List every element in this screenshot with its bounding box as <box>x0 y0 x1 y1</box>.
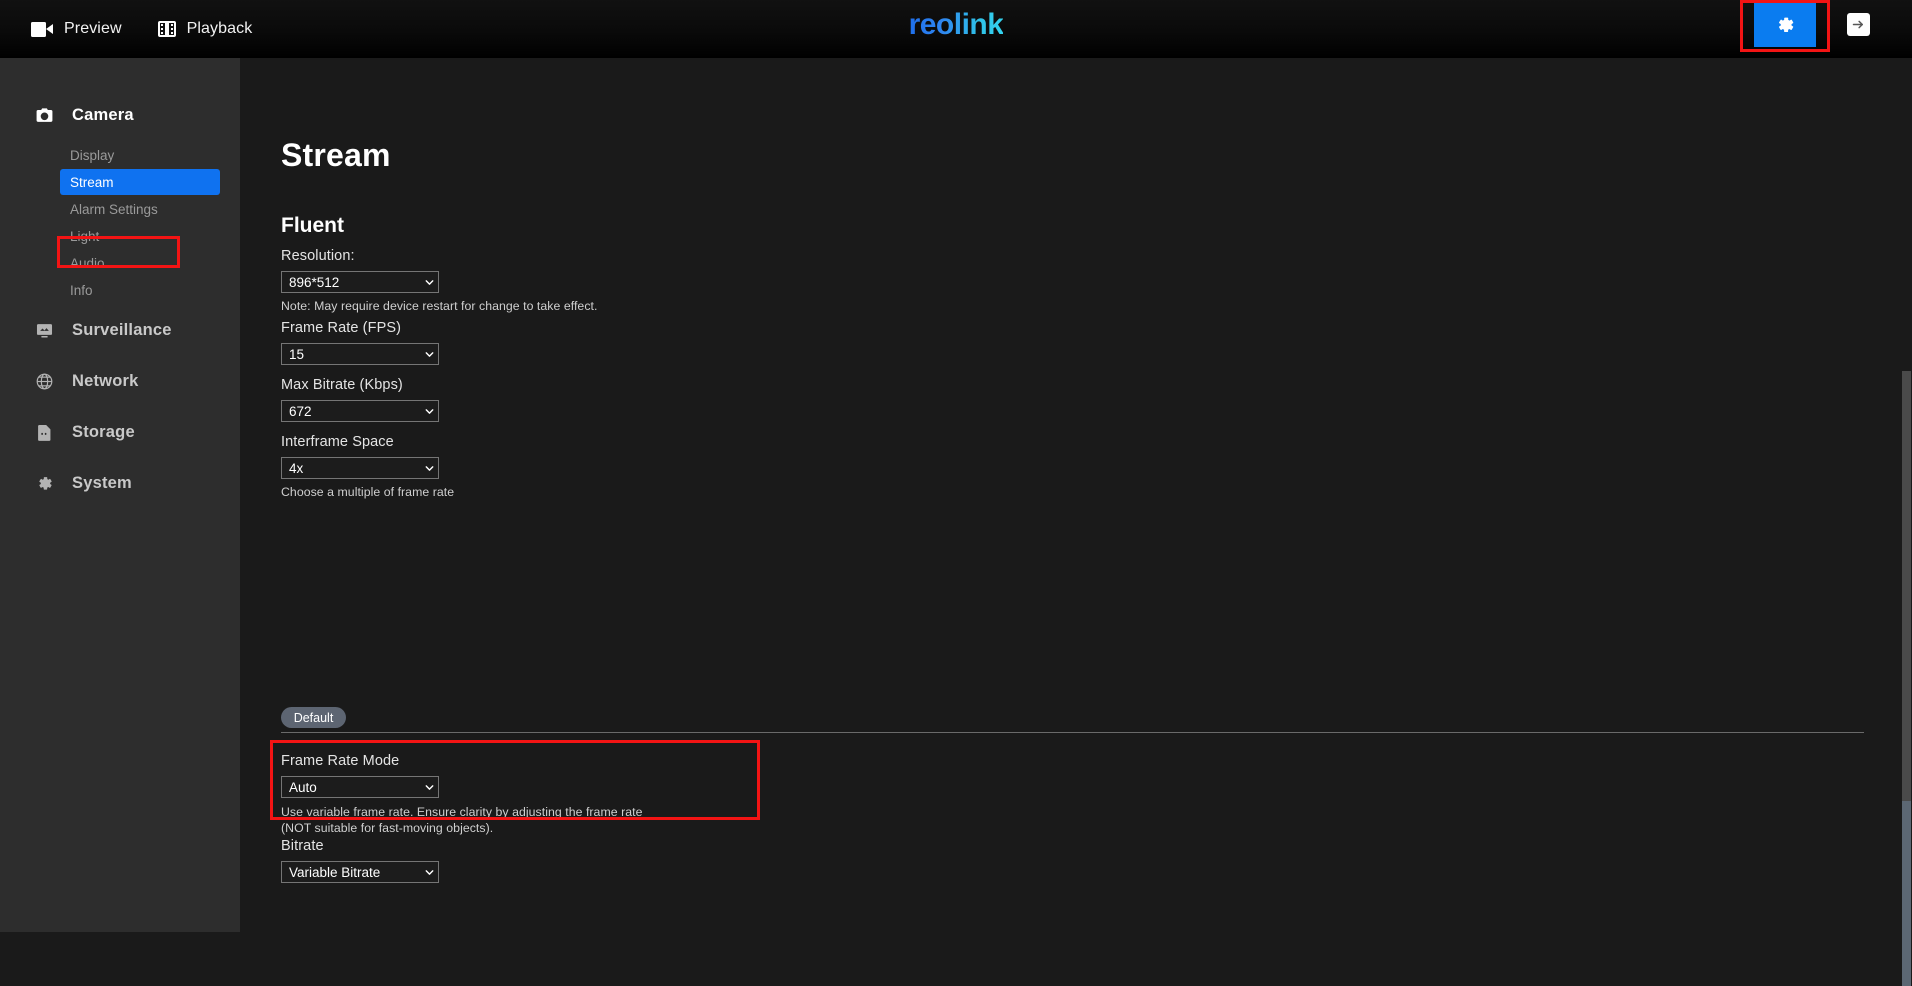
brand-logo: reolink <box>0 8 1912 42</box>
max-bitrate-select[interactable]: 672 <box>281 400 439 422</box>
field-resolution: Resolution: 896*512 Note: May require de… <box>281 248 597 313</box>
field-max-bitrate: Max Bitrate (Kbps) 672 <box>281 377 439 422</box>
field-frame-rate: Frame Rate (FPS) 15 <box>281 320 439 365</box>
logout-button[interactable] <box>1847 13 1870 36</box>
sidebar-item-light-label: Light <box>70 228 100 244</box>
sidebar-item-alarm-settings-label: Alarm Settings <box>70 201 158 217</box>
sidebar-group-surveillance-label: Surveillance <box>72 320 172 339</box>
sidebar-top-spacer <box>0 58 240 94</box>
settings-button[interactable] <box>1754 2 1816 47</box>
sidebar-group-camera[interactable]: Camera <box>0 94 240 136</box>
field-resolution-hint: Note: May require device restart for cha… <box>281 299 598 313</box>
monitor-icon <box>35 321 54 340</box>
brand-logo-text: reolink <box>908 8 1004 41</box>
page-scrollbar-thumb[interactable] <box>1902 371 1911 801</box>
sidebar-group-camera-label: Camera <box>72 105 134 124</box>
page-title: Stream <box>281 137 391 173</box>
interframe-space-select[interactable]: 4x <box>281 457 439 479</box>
page-scrollbar-thumb-lower[interactable] <box>1902 801 1911 986</box>
nav-playback-label: Playback <box>186 20 253 37</box>
frame-rate-select[interactable]: 15 <box>281 343 439 365</box>
field-interframe-space: Interframe Space 4x Choose a multiple of… <box>281 434 454 499</box>
sidebar-item-alarm-settings[interactable]: Alarm Settings <box>60 196 220 222</box>
section-title: Fluent <box>281 214 344 237</box>
main-content: Stream Fluent Resolution: 896*512 Note: … <box>240 58 1912 932</box>
field-resolution-label: Resolution: <box>281 248 355 264</box>
sidebar-group-system[interactable]: System <box>0 462 240 504</box>
sdcard-icon <box>35 423 54 442</box>
globe-icon <box>35 372 54 391</box>
sidebar-item-stream[interactable]: Stream <box>60 169 220 195</box>
resolution-select-value: 896*512 <box>289 274 340 290</box>
bitrate-select-value: Variable Bitrate <box>289 864 381 880</box>
exit-arrow-icon <box>1852 20 1863 29</box>
sidebar-item-stream-label: Stream <box>70 174 114 190</box>
frame-rate-select-value: 15 <box>289 346 305 362</box>
sidebar-item-display[interactable]: Display <box>60 142 220 168</box>
resolution-select[interactable]: 896*512 <box>281 271 439 293</box>
frame-rate-mode-select-value: Auto <box>289 779 317 795</box>
page-scrollbar-track[interactable] <box>1901 58 1912 986</box>
sidebar: Camera Display Stream Alarm Settings Lig… <box>0 58 240 932</box>
field-bitrate-label: Bitrate <box>281 838 324 854</box>
sidebar-item-info-label: Info <box>70 282 93 298</box>
camera-icon <box>35 106 54 125</box>
sidebar-group-system-label: System <box>72 473 132 492</box>
sidebar-group-network-label: Network <box>72 371 139 390</box>
field-frame-rate-mode-label: Frame Rate Mode <box>281 753 400 769</box>
video-camera-icon <box>31 21 53 37</box>
top-bar: Preview Playback reolink <box>0 0 1912 58</box>
sidebar-group-network[interactable]: Network <box>0 360 240 402</box>
sidebar-group-storage-label: Storage <box>72 422 135 441</box>
film-strip-icon <box>157 21 176 37</box>
sidebar-item-audio-label: Audio <box>70 255 105 271</box>
nav-playback[interactable]: Playback <box>140 0 271 58</box>
field-interframe-space-label: Interframe Space <box>281 434 394 450</box>
gear-icon <box>35 474 54 493</box>
field-frame-rate-label: Frame Rate (FPS) <box>281 320 402 336</box>
sidebar-item-light[interactable]: Light <box>60 223 220 249</box>
field-max-bitrate-label: Max Bitrate (Kbps) <box>281 377 403 393</box>
frame-rate-mode-select[interactable]: Auto <box>281 776 439 798</box>
field-frame-rate-mode-hint: Use variable frame rate. Ensure clarity … <box>281 805 643 836</box>
sidebar-item-display-label: Display <box>70 147 115 163</box>
field-bitrate: Bitrate Variable Bitrate <box>281 838 439 883</box>
field-frame-rate-mode: Frame Rate Mode Auto Use variable frame … <box>281 753 666 837</box>
default-button[interactable]: Default <box>281 707 346 728</box>
gear-icon <box>1779 17 1794 32</box>
sidebar-group-storage[interactable]: Storage <box>0 411 240 453</box>
sidebar-group-surveillance[interactable]: Surveillance <box>0 309 240 351</box>
nav-preview[interactable]: Preview <box>13 0 140 58</box>
max-bitrate-select-value: 672 <box>289 403 312 419</box>
sidebar-item-info[interactable]: Info <box>60 277 220 303</box>
bitrate-select[interactable]: Variable Bitrate <box>281 861 439 883</box>
nav-preview-label: Preview <box>64 20 122 37</box>
sidebar-item-audio[interactable]: Audio <box>60 250 220 276</box>
field-interframe-space-hint: Choose a multiple of frame rate <box>281 485 455 499</box>
interframe-space-select-value: 4x <box>289 460 304 476</box>
section-divider <box>281 732 1864 733</box>
